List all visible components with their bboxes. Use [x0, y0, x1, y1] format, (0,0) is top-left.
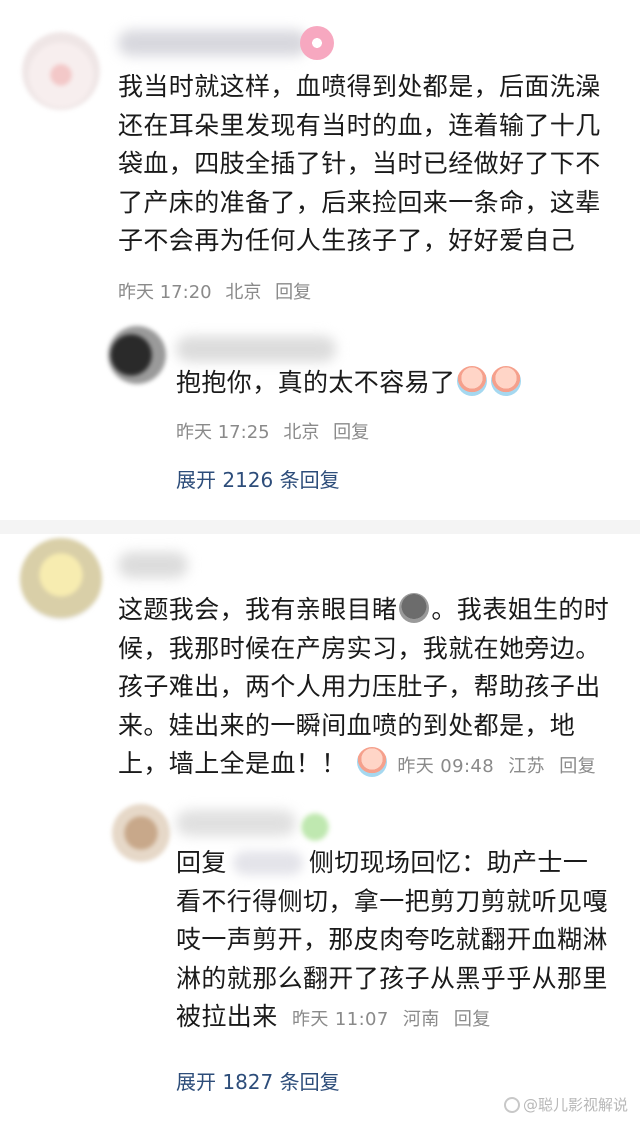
username-blurred[interactable] — [118, 30, 308, 56]
reply-text: 抱抱你，真的太不容易了 — [176, 364, 616, 403]
mentioned-user-blurred[interactable] — [232, 851, 303, 875]
comment-2: 这题我会，我有亲眼目睹 。我表姐生的时 候，我那时候在产房实习，我就在她旁边。 孩… — [0, 534, 640, 1125]
comment-1: 我当时就这样，血喷得到处都是，后面洗澡 还在耳朵里发现有当时的血，连着输了十几 … — [0, 0, 640, 528]
watermark: @聪儿影视解说 — [503, 1094, 628, 1115]
comment-meta: 昨天 09:48 江苏 回复 — [397, 756, 604, 777]
crying-face-icon — [356, 747, 387, 777]
reply-text: 回复 侧切现场回忆：助产士一 看不行得侧切，拿一把剪刀剪就听见嘎 吱一声剪开，那皮… — [176, 848, 608, 1031]
timestamp: 昨天 17:20 — [118, 282, 212, 303]
comment-meta: 昨天 17:20 北京 回复 — [118, 278, 319, 304]
location: 江苏 — [508, 756, 546, 777]
reply-meta: 昨天 17:25 北京 回复 — [176, 418, 377, 444]
avatar[interactable] — [22, 32, 100, 110]
expand-replies-button[interactable]: 展开 1827 条回复 — [176, 1066, 340, 1095]
timestamp: 昨天 09:48 — [397, 756, 495, 777]
crying-face-icon — [457, 366, 488, 396]
badge-icon — [300, 812, 330, 842]
location: 北京 — [225, 282, 262, 303]
divider — [0, 520, 640, 534]
avatar[interactable] — [20, 538, 102, 620]
location: 河南 — [402, 1009, 440, 1030]
flower-badge-icon — [300, 26, 334, 60]
username-blurred[interactable] — [118, 552, 188, 578]
reply-button[interactable]: 回复 — [275, 282, 311, 303]
reply-button[interactable]: 回复 — [333, 422, 369, 443]
reply-button[interactable]: 回复 — [454, 1009, 491, 1030]
watermark-logo-icon — [503, 1097, 520, 1113]
comment-text: 这题我会，我有亲眼目睹 。我表姐生的时 候，我那时候在产房实习，我就在她旁边。 孩… — [118, 593, 610, 778]
reply-button[interactable]: 回复 — [559, 756, 596, 777]
speechless-face-icon — [399, 593, 430, 623]
comment-text: 我当时就这样，血喷得到处都是，后面洗澡 还在耳朵里发现有当时的血，连着输了十几 … — [118, 72, 601, 255]
username-blurred[interactable] — [176, 336, 336, 362]
location: 北京 — [283, 422, 320, 443]
avatar[interactable] — [108, 326, 166, 384]
timestamp: 昨天 11:07 — [291, 1009, 389, 1030]
reply-meta: 昨天 11:07 河南 回复 — [292, 1009, 499, 1030]
avatar[interactable] — [112, 804, 170, 862]
expand-replies-button[interactable]: 展开 2126 条回复 — [176, 464, 340, 493]
username-blurred[interactable] — [176, 810, 296, 836]
timestamp: 昨天 17:25 — [176, 422, 270, 443]
crying-face-icon — [491, 366, 522, 396]
